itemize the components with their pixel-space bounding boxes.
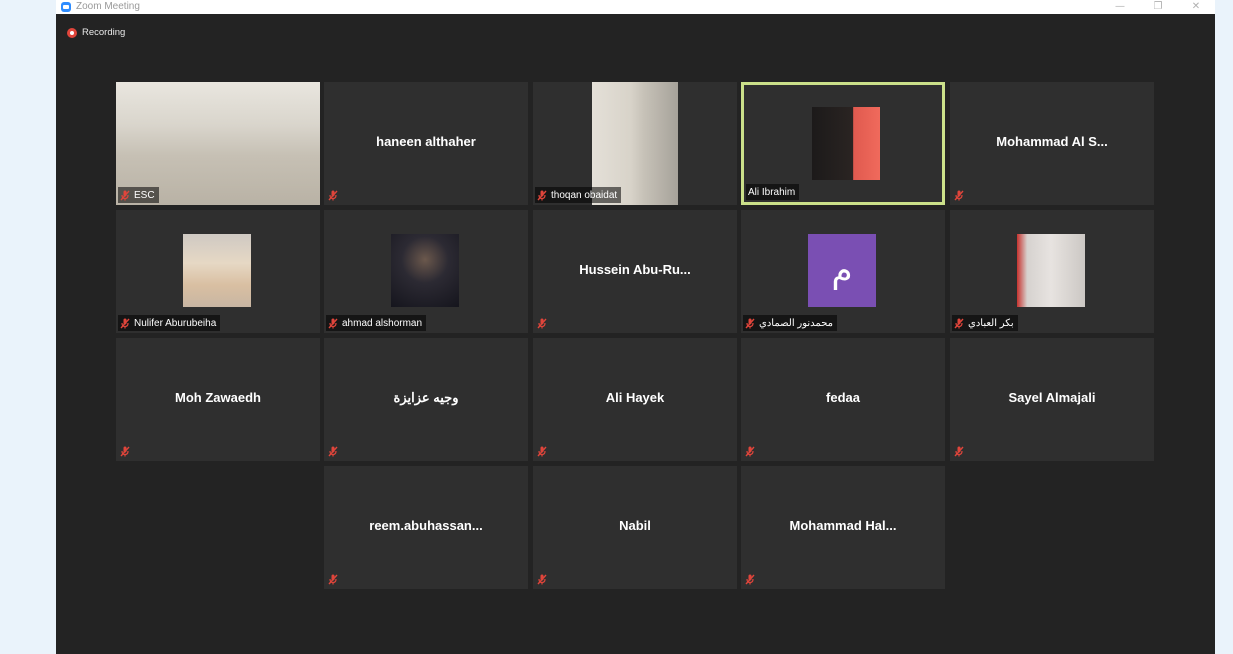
microphone-muted-icon	[120, 318, 130, 329]
participant-name-label: Nulifer Aburubeiha	[118, 315, 221, 331]
microphone-muted-icon	[745, 574, 755, 585]
microphone-muted-icon	[537, 446, 547, 457]
microphone-muted-icon	[537, 190, 547, 201]
window-controls: — ❐ ✕	[1101, 0, 1215, 14]
microphone-muted-icon	[954, 446, 964, 457]
microphone-muted-icon	[537, 318, 547, 329]
recording-indicator[interactable]: Recording	[67, 27, 125, 38]
participant-tile[interactable]: fedaa	[741, 338, 945, 461]
restore-icon[interactable]: ❐	[1139, 0, 1177, 14]
microphone-muted-icon	[328, 190, 338, 201]
microphone-muted-icon	[954, 190, 964, 201]
microphone-muted-icon	[537, 574, 547, 585]
minimize-icon[interactable]: —	[1101, 0, 1139, 14]
participant-name: Nabil	[619, 518, 651, 533]
microphone-muted-icon	[328, 574, 338, 585]
participant-name: haneen althaher	[376, 134, 476, 149]
close-icon[interactable]: ✕	[1177, 0, 1215, 14]
participant-name-label: ahmad alshorman	[326, 315, 427, 331]
microphone-muted-icon	[328, 446, 338, 457]
participant-name: بكر العبادي	[968, 317, 1014, 329]
participant-name: ESC	[134, 189, 155, 201]
microphone-muted-icon	[120, 190, 130, 201]
participant-name-label: thoqan obaidat	[535, 187, 622, 203]
participant-tile[interactable]: ESC	[116, 82, 320, 205]
participant-tile[interactable]: Nabil	[533, 466, 737, 589]
window-title: Zoom Meeting	[76, 1, 140, 12]
participant-tile[interactable]: بكر العبادي	[950, 210, 1154, 333]
participant-tile[interactable]: Ali Hayek	[533, 338, 737, 461]
participant-tile[interactable]: Hussein Abu-Ru...	[533, 210, 737, 333]
participant-tile[interactable]: Mohammad Hal...	[741, 466, 945, 589]
participant-tile[interactable]: Ali Ibrahim	[741, 82, 945, 205]
participant-tile[interactable]: Moh Zawaedh	[116, 338, 320, 461]
participant-photo	[812, 107, 880, 180]
participant-avatar: م	[808, 234, 876, 307]
participant-tile[interactable]: وجيه عزايزة	[324, 338, 528, 461]
zoom-app-icon	[61, 2, 71, 12]
participant-name: وجيه عزايزة	[393, 390, 459, 405]
participant-name: fedaa	[826, 390, 860, 405]
participant-name: Ali Ibrahim	[748, 186, 796, 198]
participant-tile[interactable]: thoqan obaidat	[533, 82, 737, 205]
zoom-meeting-window: Zoom Meeting — ❐ ✕ Recording ESC haneen a…	[56, 0, 1215, 654]
participant-tile[interactable]: reem.abuhassan...	[324, 466, 528, 589]
participant-tile[interactable]: م محمدنور الصمادي	[741, 210, 945, 333]
microphone-muted-icon	[328, 318, 338, 329]
participant-name: محمدنور الصمادي	[759, 317, 834, 329]
participant-name: Nulifer Aburubeiha	[134, 317, 217, 329]
participant-name: Sayel Almajali	[1008, 390, 1096, 405]
participant-name-label: ESC	[118, 187, 159, 203]
participant-name: reem.abuhassan...	[369, 518, 483, 533]
participant-name: ahmad alshorman	[342, 317, 423, 329]
participant-tile[interactable]: Mohammad Al S...	[950, 82, 1154, 205]
recording-icon	[67, 27, 77, 38]
participant-tile[interactable]: haneen althaher	[324, 82, 528, 205]
participant-name: thoqan obaidat	[551, 189, 618, 201]
microphone-muted-icon	[954, 318, 964, 329]
participant-name-label: محمدنور الصمادي	[743, 315, 838, 331]
participant-name: Mohammad Hal...	[789, 518, 897, 533]
recording-label: Recording	[82, 27, 126, 38]
participant-photo	[1017, 234, 1085, 307]
participant-name: Mohammad Al S...	[996, 134, 1108, 149]
microphone-muted-icon	[745, 318, 755, 329]
participant-name-label: Ali Ibrahim	[746, 184, 800, 200]
title-bar: Zoom Meeting — ❐ ✕	[56, 0, 1215, 14]
participant-tile[interactable]: Sayel Almajali	[950, 338, 1154, 461]
participant-tile[interactable]: Nulifer Aburubeiha	[116, 210, 320, 333]
participant-tile[interactable]: ahmad alshorman	[324, 210, 528, 333]
participant-name: Hussein Abu-Ru...	[579, 262, 691, 277]
microphone-muted-icon	[745, 446, 755, 457]
participant-name: Ali Hayek	[605, 390, 665, 405]
participant-photo	[391, 234, 459, 307]
microphone-muted-icon	[120, 446, 130, 457]
participant-photo	[183, 234, 251, 307]
participant-name-label: بكر العبادي	[952, 315, 1018, 331]
participant-name: Moh Zawaedh	[175, 390, 261, 405]
